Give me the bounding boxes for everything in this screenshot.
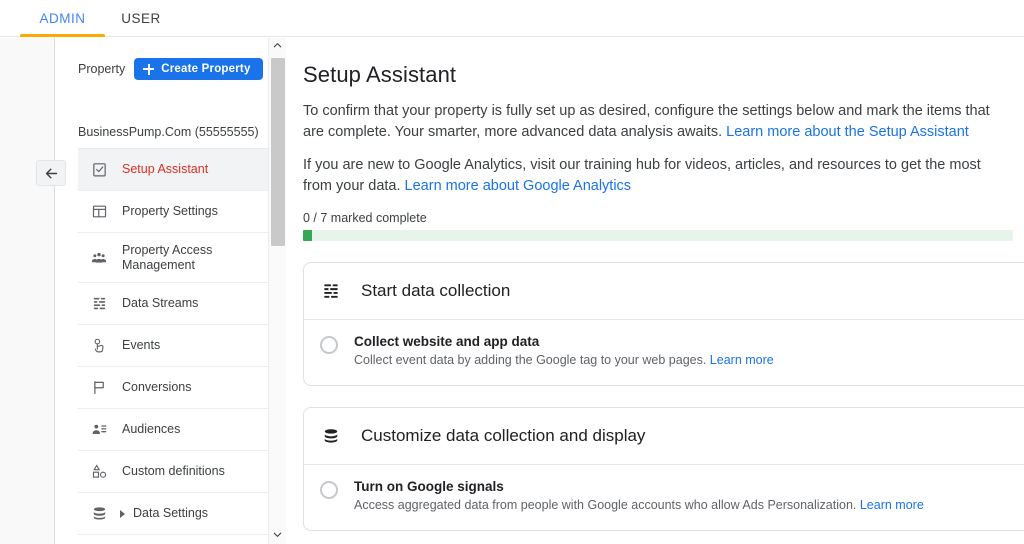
sidebar: Property Create Property BusinessPump.Co… bbox=[0, 38, 286, 544]
task-checkbox[interactable] bbox=[320, 336, 338, 354]
task-title: Turn on Google signals bbox=[354, 479, 504, 494]
learn-more-google-analytics-link[interactable]: Learn more about Google Analytics bbox=[405, 178, 632, 194]
flag-icon bbox=[90, 379, 108, 397]
task-row[interactable]: Turn on Google signals Access aggregated… bbox=[304, 465, 1024, 530]
data-streams-icon bbox=[320, 280, 342, 302]
task-description: Collect event data by adding the Google … bbox=[354, 352, 774, 369]
sidebar-scrollbar[interactable] bbox=[268, 38, 286, 544]
property-row: Property Create Property bbox=[78, 58, 263, 80]
sidebar-item-data-import[interactable]: Data Import bbox=[78, 535, 268, 544]
sidebar-item-label: Property Settings bbox=[122, 204, 218, 218]
sidebar-item-label: Events bbox=[122, 338, 161, 352]
scrollbar-up-button[interactable] bbox=[269, 38, 286, 55]
selected-property-name: BusinessPump.Com (55555555) bbox=[78, 125, 259, 139]
sidebar-item-label: Conversions bbox=[122, 380, 192, 394]
task-title: Collect website and app data bbox=[354, 334, 540, 349]
card-title: Customize data collection and display bbox=[361, 426, 646, 445]
sidebar-item-setup-assistant[interactable]: Setup Assistant bbox=[78, 149, 268, 191]
property-label: Property bbox=[78, 62, 126, 76]
sidebar-item-conversions[interactable]: Conversions bbox=[78, 367, 268, 409]
tab-admin-label: ADMIN bbox=[39, 11, 86, 26]
sidebar-panel: Property Create Property BusinessPump.Co… bbox=[68, 38, 268, 544]
clipboard-check-icon bbox=[90, 161, 108, 179]
sidebar-item-audiences[interactable]: Audiences bbox=[78, 409, 268, 451]
create-property-button[interactable]: Create Property bbox=[134, 58, 263, 80]
arrow-left-icon bbox=[43, 165, 60, 182]
chevron-up-icon bbox=[272, 38, 283, 56]
database-stack-icon bbox=[320, 425, 342, 447]
learn-more-setup-assistant-link[interactable]: Learn more about the Setup Assistant bbox=[726, 124, 969, 140]
chevron-right-icon bbox=[120, 509, 125, 518]
card-title: Start data collection bbox=[361, 281, 511, 300]
card-header: Start data collection bbox=[304, 263, 1024, 320]
sidebar-item-label: Data Streams bbox=[122, 296, 199, 310]
task-text-block: Collect website and app data Collect eve… bbox=[354, 334, 774, 369]
create-property-label: Create Property bbox=[161, 63, 251, 75]
sidebar-item-label: Property Access Management bbox=[122, 242, 213, 272]
sidebar-item-custom-definitions[interactable]: Custom definitions bbox=[78, 451, 268, 493]
back-button[interactable] bbox=[36, 160, 66, 186]
main-content: Setup Assistant To confirm that your pro… bbox=[287, 38, 1024, 544]
sidebar-item-label: Data Settings bbox=[133, 506, 209, 520]
person-list-icon bbox=[90, 421, 108, 439]
progress-label: 0 / 7 marked complete bbox=[303, 211, 427, 225]
progress-bar-fill bbox=[303, 230, 312, 241]
page-title: Setup Assistant bbox=[303, 62, 457, 87]
database-icon bbox=[90, 505, 108, 523]
plus-icon bbox=[143, 63, 155, 75]
intro-paragraph-2: If you are new to Google Analytics, visi… bbox=[303, 155, 1013, 197]
tap-hand-icon bbox=[90, 337, 108, 355]
top-tab-bar: ADMIN USER bbox=[0, 0, 1024, 37]
progress-bar bbox=[303, 230, 1013, 241]
admin-page: ADMIN USER Property Create Property Busi… bbox=[0, 0, 1024, 544]
tab-user[interactable]: USER bbox=[105, 0, 177, 37]
tab-user-label: USER bbox=[121, 11, 161, 26]
card-customize-data-collection: Customize data collection and display Tu… bbox=[303, 407, 1024, 531]
sidebar-item-property-access-management[interactable]: Property Access Management bbox=[78, 233, 268, 283]
sidebar-item-data-streams[interactable]: Data Streams bbox=[78, 283, 268, 325]
task-learn-more-link[interactable]: Learn more bbox=[710, 353, 774, 367]
tab-active-underline bbox=[20, 34, 105, 37]
sidebar-item-label: Audiences bbox=[122, 422, 181, 436]
chevron-down-icon bbox=[272, 527, 283, 544]
task-text-block: Turn on Google signals Access aggregated… bbox=[354, 479, 924, 514]
task-description-text: Access aggregated data from people with … bbox=[354, 498, 860, 512]
people-group-icon bbox=[90, 249, 108, 267]
task-description-text: Collect event data by adding the Google … bbox=[354, 353, 710, 367]
sidebar-item-events[interactable]: Events bbox=[78, 325, 268, 367]
layout-panel-icon bbox=[90, 203, 108, 221]
sidebar-gutter bbox=[0, 38, 54, 544]
sidebar-nav-list: Setup Assistant Property Settings Proper… bbox=[78, 149, 268, 544]
task-checkbox[interactable] bbox=[320, 481, 338, 499]
tab-admin[interactable]: ADMIN bbox=[20, 0, 105, 37]
sidebar-item-property-settings[interactable]: Property Settings bbox=[78, 191, 268, 233]
sidebar-item-label: Setup Assistant bbox=[122, 162, 209, 176]
task-learn-more-link[interactable]: Learn more bbox=[860, 498, 924, 512]
card-start-data-collection: Start data collection Collect website an… bbox=[303, 262, 1024, 386]
scrollbar-down-button[interactable] bbox=[269, 527, 286, 544]
sidebar-item-data-settings[interactable]: Data Settings bbox=[78, 493, 268, 535]
task-description: Access aggregated data from people with … bbox=[354, 497, 924, 514]
scrollbar-thumb[interactable] bbox=[271, 58, 285, 246]
sidebar-item-label: Custom definitions bbox=[122, 464, 225, 478]
task-row[interactable]: Collect website and app data Collect eve… bbox=[304, 320, 1024, 385]
card-header: Customize data collection and display bbox=[304, 408, 1024, 465]
data-streams-icon bbox=[90, 295, 108, 313]
shapes-icon bbox=[90, 463, 108, 481]
intro-paragraph-1: To confirm that your property is fully s… bbox=[303, 101, 1013, 143]
sidebar-divider bbox=[54, 38, 55, 544]
